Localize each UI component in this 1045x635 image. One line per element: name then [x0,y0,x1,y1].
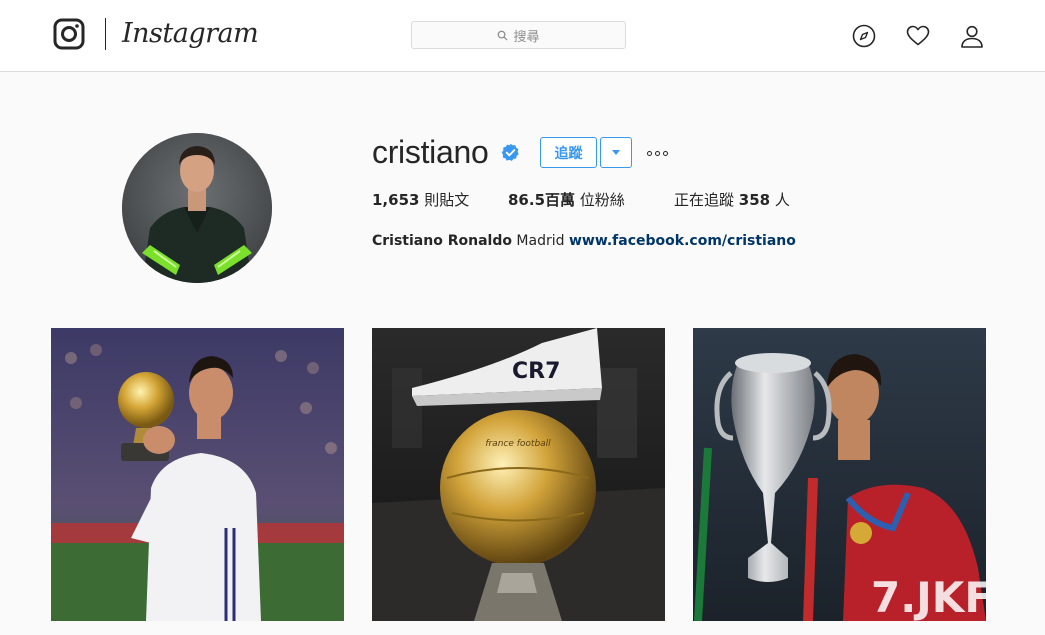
chevron-down-icon [612,150,620,155]
instagram-camera-icon[interactable] [53,18,85,50]
post-image: 7.JKF [693,328,986,621]
posts-count: 1,653 [372,191,420,209]
following-prefix: 正在追蹤 [674,191,735,209]
website-link[interactable]: www.facebook.com/cristiano [569,233,796,249]
post-image [51,328,344,621]
posts-label: 則貼文 [424,191,470,209]
followers-stat[interactable]: 86.5百萬 位粉絲 [508,189,625,211]
followers-label: 位粉絲 [579,191,625,209]
avatar-photo [122,133,272,283]
profile-bio: Cristiano Ronaldo Madrid www.facebook.co… [372,230,796,252]
search-placeholder: 搜尋 [513,29,540,45]
profile-username: cristiano [372,134,489,170]
compass-icon[interactable] [852,24,876,48]
following-suffix: 人 [774,191,790,209]
following-stat[interactable]: 正在追蹤 358 人 [674,189,790,211]
post-cr7-boot-golden-ball[interactable]: CR7 france football [372,328,665,621]
bio-text: Madrid [516,233,565,249]
suggestions-dropdown-button[interactable] [600,137,632,168]
jkf-watermark: 7.JKF [871,573,986,621]
ball-text: france football [485,439,551,449]
logo-divider [105,18,106,50]
following-count: 358 [738,191,771,209]
post-ballon-dor-kiss[interactable] [51,328,344,621]
followers-count: 86.5百萬 [508,191,576,209]
cr7-boot-text: CR7 [512,359,560,384]
profile-avatar[interactable] [122,133,272,283]
search-icon [498,30,509,41]
person-icon[interactable] [960,24,984,48]
heart-icon[interactable] [906,24,930,48]
post-image: CR7 france football [372,328,665,621]
profile-full-name: Cristiano Ronaldo [372,233,512,249]
verified-badge-icon [501,143,519,161]
instagram-wordmark[interactable]: Instagram [122,14,259,54]
top-navigation-bar: Instagram 搜尋 [0,0,1045,72]
posts-stat: 1,653 則貼文 [372,189,469,211]
follow-button[interactable]: 追蹤 [540,137,597,168]
post-euro-trophy-kiss[interactable]: 7.JKF [693,328,986,621]
search-input[interactable]: 搜尋 [411,21,626,49]
more-options-icon[interactable] [647,143,673,163]
